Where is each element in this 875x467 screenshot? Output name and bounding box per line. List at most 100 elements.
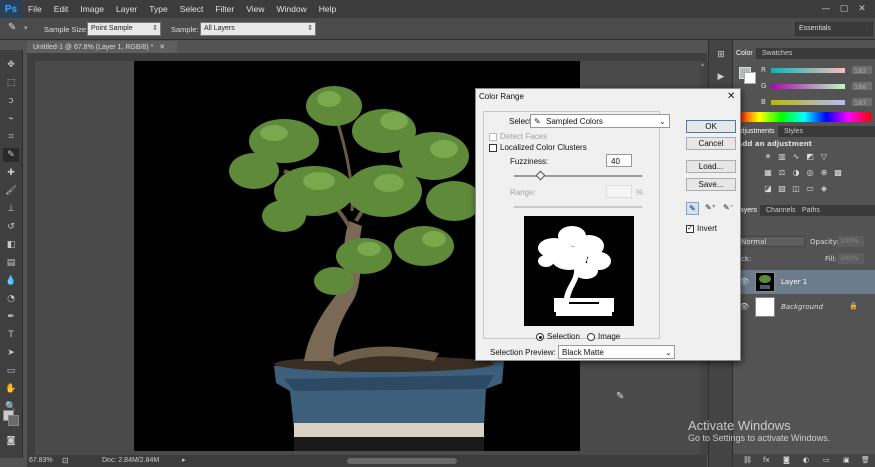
tool-preset-chevron-icon[interactable]: ▾ (24, 24, 28, 32)
menu-layer[interactable]: Layer (110, 4, 143, 14)
curves-icon[interactable]: ∿ (791, 152, 801, 162)
red-slider[interactable] (771, 68, 845, 73)
eyedropper-subtract-icon[interactable]: ✎⁻ (722, 202, 735, 215)
eyedropper-sample-icon[interactable]: ✎ (686, 202, 699, 215)
brightness-icon[interactable]: ☀ (763, 152, 773, 162)
healing-brush-icon[interactable]: ✚ (3, 166, 19, 180)
background-color-swatch[interactable] (8, 415, 19, 426)
close-tab-icon[interactable]: ✕ (159, 44, 165, 51)
pen-tool-icon[interactable]: ✒ (3, 310, 19, 324)
menu-type[interactable]: Type (143, 4, 173, 14)
hue-saturation-icon[interactable]: ▦ (763, 168, 773, 178)
selection-preview-thumbnail[interactable] (524, 216, 634, 326)
selection-preview-select[interactable]: Black Matte ⌄ (558, 345, 675, 359)
link-layers-icon[interactable]: ⛓ (743, 456, 752, 464)
blue-slider[interactable] (771, 100, 845, 105)
menu-edit[interactable]: Edit (48, 4, 75, 14)
brush-tool-icon[interactable]: 🖌 (3, 184, 19, 198)
threshold-icon[interactable]: ◫ (791, 184, 801, 194)
ok-button[interactable]: OK (686, 120, 736, 133)
tab-styles[interactable]: Styles (781, 126, 806, 137)
minimize-icon[interactable]: — (820, 3, 832, 15)
gradient-tool-icon[interactable]: ▤ (3, 256, 19, 270)
new-adjustment-icon[interactable]: ◐ (803, 456, 809, 464)
fill-value[interactable]: 100% (838, 253, 864, 264)
cancel-button[interactable]: Cancel (686, 137, 736, 150)
menu-help[interactable]: Help (313, 4, 342, 14)
green-value[interactable]: 186 (851, 81, 873, 91)
posterize-icon[interactable]: ▧ (777, 184, 787, 194)
save-button[interactable]: Save... (686, 178, 736, 191)
eyedropper-tool-icon[interactable]: ✎ (8, 22, 22, 36)
sample-size-select[interactable]: Point Sample (87, 22, 161, 36)
fuzziness-slider-track[interactable] (514, 175, 642, 177)
quick-select-tool-icon[interactable]: ⌁ (3, 112, 19, 126)
color-lookup-icon[interactable]: ▩ (833, 168, 843, 178)
menu-filter[interactable]: Filter (209, 4, 240, 14)
view-selection-radio[interactable] (536, 333, 544, 341)
load-button[interactable]: Load... (686, 160, 736, 173)
tab-paths[interactable]: Paths (799, 205, 823, 216)
view-image-radio[interactable] (587, 333, 595, 341)
history-brush-icon[interactable]: ↺ (3, 220, 19, 234)
close-window-icon[interactable]: ✕ (856, 3, 868, 15)
clone-stamp-icon[interactable]: ⊥ (3, 202, 19, 216)
zoom-level[interactable]: 67.83% (29, 457, 53, 464)
localized-clusters-checkbox[interactable] (489, 144, 497, 152)
blend-mode-select[interactable]: Normal (737, 236, 805, 247)
path-select-icon[interactable]: ➤ (3, 346, 19, 360)
select-dropdown[interactable]: ✎ Sampled Colors ⌄ (530, 114, 670, 128)
maximize-icon[interactable]: ▢ (838, 3, 850, 15)
eraser-tool-icon[interactable]: ◧ (3, 238, 19, 252)
sample-select[interactable]: All Layers (200, 22, 316, 36)
fuzziness-input[interactable]: 40 (606, 154, 632, 167)
lasso-tool-icon[interactable]: ↄ (3, 94, 19, 108)
color-spectrum-ramp[interactable] (737, 112, 871, 122)
layer-row-background[interactable]: 👁 Background 🔒 (733, 295, 875, 319)
invert-checkbox[interactable]: ✓ (686, 225, 694, 233)
selective-color-icon[interactable]: ◈ (819, 184, 829, 194)
horizontal-scroll-thumb[interactable] (347, 458, 457, 464)
color-balance-icon[interactable]: ⚖ (777, 168, 787, 178)
levels-icon[interactable]: ▥ (777, 152, 787, 162)
opacity-value[interactable]: 100% (838, 236, 864, 247)
invert-adjustment-icon[interactable]: ◪ (763, 184, 773, 194)
vibrance-icon[interactable]: ▽ (819, 152, 829, 162)
tab-color[interactable]: Color (733, 48, 756, 59)
blur-tool-icon[interactable]: 💧 (3, 274, 19, 288)
tab-swatches[interactable]: Swatches (759, 48, 795, 59)
add-mask-icon[interactable]: ◙ (783, 456, 790, 464)
photo-filter-icon[interactable]: ◎ (805, 168, 815, 178)
channel-mixer-icon[interactable]: ⊕ (819, 168, 829, 178)
status-menu-arrow-icon[interactable]: ▸ (182, 456, 186, 464)
menu-window[interactable]: Window (270, 4, 312, 14)
actions-play-icon[interactable]: ▶ (714, 72, 728, 84)
eyedropper-icon[interactable]: ✎ (3, 148, 19, 162)
new-group-icon[interactable]: ▭ (823, 456, 830, 464)
menu-image[interactable]: Image (74, 4, 110, 14)
shape-tool-icon[interactable]: ▭ (3, 364, 19, 378)
dodge-tool-icon[interactable]: ◔ (3, 292, 19, 306)
menu-select[interactable]: Select (174, 4, 210, 14)
green-slider[interactable] (771, 84, 845, 89)
gradient-map-icon[interactable]: ▭ (805, 184, 815, 194)
detect-faces-checkbox[interactable] (489, 133, 497, 141)
exposure-icon[interactable]: ◩ (805, 152, 815, 162)
black-white-icon[interactable]: ◑ (791, 168, 801, 178)
document-tab[interactable]: Untitled-1 @ 67.8% (Layer 1, RGB/8) * ✕ (27, 41, 177, 53)
scroll-up-icon[interactable]: ▴ (701, 61, 707, 69)
type-tool-icon[interactable]: T (3, 328, 19, 342)
new-layer-icon[interactable]: ▣ (843, 456, 850, 464)
red-value[interactable]: 182 (851, 65, 873, 75)
fuzziness-slider-handle[interactable] (535, 170, 546, 181)
color-background-swatch[interactable] (744, 72, 756, 84)
delete-layer-icon[interactable]: 🗑 (861, 456, 870, 464)
eyedropper-add-icon[interactable]: ✎⁺ (704, 202, 717, 215)
history-panel-icon[interactable]: ⊞ (714, 50, 728, 62)
crop-tool-icon[interactable]: ⌗ (3, 130, 19, 144)
workspace-select[interactable]: Essentials (795, 22, 873, 36)
tab-channels[interactable]: Channels (763, 205, 799, 216)
dialog-close-icon[interactable]: ✕ (727, 91, 735, 102)
menu-file[interactable]: File (22, 4, 48, 14)
layer-row-layer-1[interactable]: 👁 Layer 1 (733, 270, 875, 294)
